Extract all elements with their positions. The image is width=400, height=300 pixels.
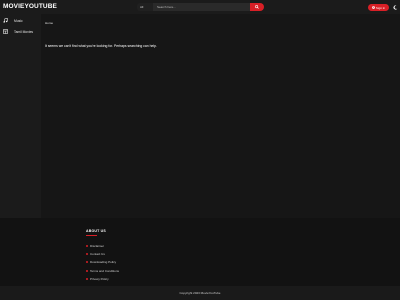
copyright-bar: Copyright 2023 MovieYouTube [0,286,400,300]
sidebar-item-label: Music [14,18,23,23]
site-logo[interactable]: MOVIEYOUTUBE [3,3,57,10]
user-circle-icon [372,6,375,9]
sidebar: Music Tamil Movies [0,14,41,218]
copyright-text: Copyright 2023 MovieYouTube [179,291,221,295]
not-found-message: It seems we can't find what you're looki… [45,44,157,48]
bullet-icon [86,261,88,264]
main-content [41,0,400,218]
footer-links: Disclaimer Contact Us Downloading Policy… [86,242,119,283]
search-input[interactable] [153,3,250,11]
search-category-select[interactable]: All [137,3,153,11]
footer-link-label: Terms and Conditions [90,268,120,273]
footer-heading: ABOUT US [86,229,106,233]
search-bar: All [137,3,264,11]
sidebar-item-tamil-movies[interactable]: Tamil Movies [0,26,41,37]
search-button[interactable] [250,3,264,11]
footer-link-terms[interactable]: Terms and Conditions [86,267,119,275]
footer-link-privacy-policy[interactable]: Privacy Policy [86,275,119,283]
bullet-icon [86,245,88,248]
search-icon [255,5,259,9]
breadcrumb[interactable]: Home [45,21,53,25]
footer-link-label: Privacy Policy [90,276,109,281]
footer-link-label: Downloading Policy [90,260,117,265]
film-icon [3,29,8,34]
moon-icon [393,5,398,10]
footer: ABOUT US Disclaimer Contact Us Downloadi… [0,218,400,286]
footer-link-downloading-policy[interactable]: Downloading Policy [86,258,119,266]
bullet-icon [86,277,88,280]
footer-link-contact-us[interactable]: Contact Us [86,250,119,258]
sign-in-label: Sign in [375,5,386,10]
sidebar-item-label: Tamil Movies [14,29,34,34]
bullet-icon [86,253,88,256]
theme-toggle-button[interactable] [393,5,398,10]
top-header: MOVIEYOUTUBE All Sign in [0,0,400,14]
music-note-icon [3,18,8,23]
heading-underline [86,235,97,236]
bullet-icon [86,269,88,272]
sign-in-button[interactable]: Sign in [368,4,389,11]
search-category-label: All [140,5,144,9]
footer-link-label: Disclaimer [90,244,105,249]
footer-link-disclaimer[interactable]: Disclaimer [86,242,119,250]
footer-link-label: Contact Us [90,252,105,257]
sidebar-item-music[interactable]: Music [0,15,41,26]
